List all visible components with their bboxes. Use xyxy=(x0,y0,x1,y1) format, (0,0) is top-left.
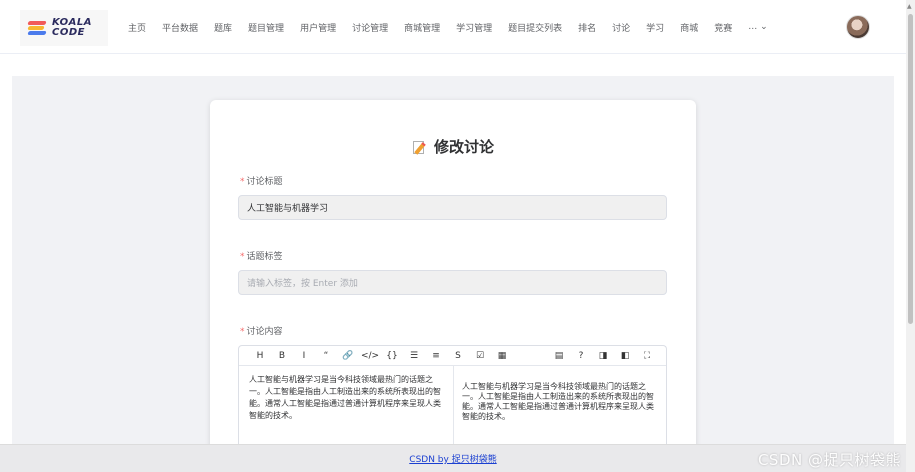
unordered-list-icon[interactable]: ☰ xyxy=(403,351,425,361)
nav-item[interactable]: 平台数据 xyxy=(154,21,206,34)
required-mark: * xyxy=(240,252,245,262)
nav-item[interactable]: 用户管理 xyxy=(292,21,344,34)
discussion-title-input[interactable]: 人工智能与机器学习 xyxy=(238,195,667,220)
ordered-list-icon[interactable]: ≡ xyxy=(425,351,447,361)
footer-link[interactable]: CSDN by 捉只树袋熊 xyxy=(409,452,496,465)
nav-item[interactable]: 题目管理 xyxy=(240,21,292,34)
nav-item[interactable]: 商城管理 xyxy=(396,21,448,34)
nav-item[interactable]: 竞赛 xyxy=(706,21,740,34)
heading-icon[interactable]: H xyxy=(249,351,271,361)
fullscreen-icon[interactable]: ⛶ xyxy=(636,351,658,361)
nav-item[interactable]: 题目提交列表 xyxy=(500,21,570,34)
required-mark: * xyxy=(240,177,245,187)
nav-item[interactable]: 主页 xyxy=(120,21,154,34)
toc-icon[interactable]: ▤ xyxy=(548,351,570,361)
strikethrough-icon[interactable]: S xyxy=(447,351,469,361)
nav-item[interactable]: 学习 xyxy=(638,21,672,34)
content-label-text: 讨论内容 xyxy=(246,327,283,337)
scroll-up-arrow-icon[interactable]: ▲ xyxy=(907,3,912,10)
preview-only-icon[interactable]: ◨ xyxy=(592,351,614,361)
editor-toolbar-right: ▤? ◨ ◧ ⛶ xyxy=(548,346,658,366)
italic-icon[interactable]: I xyxy=(293,351,315,361)
logo-text-line2: CODE xyxy=(52,27,85,38)
link-icon[interactable]: 🔗 xyxy=(337,351,359,361)
koala-code-logo[interactable]: KOALA CODE xyxy=(20,10,108,46)
logo-mark-icon xyxy=(27,20,48,36)
tags-label-text: 话题标签 xyxy=(246,252,283,262)
task-list-icon[interactable]: ☑ xyxy=(469,351,491,361)
content-label: * 讨论内容 xyxy=(240,324,283,337)
logo-text: KOALA CODE xyxy=(52,18,92,38)
code-block-icon[interactable]: {} xyxy=(381,351,403,361)
required-mark: * xyxy=(240,327,245,337)
page-scrollbar-thumb[interactable] xyxy=(908,14,913,324)
title-label-text: 讨论标题 xyxy=(246,177,283,187)
nav-item[interactable]: 排名 xyxy=(570,21,604,34)
memo-edit-icon xyxy=(412,139,428,155)
help-icon[interactable]: ? xyxy=(570,351,592,361)
page-title: 修改讨论 xyxy=(433,138,494,156)
topic-tags-input[interactable]: 请输入标签，按 Enter 添加 xyxy=(238,270,667,295)
top-navigation-bar: KOALA CODE 主页 平台数据 题库 题目管理 用户管理 讨论管理 商城管理 学习管理题… xyxy=(0,0,906,54)
main-nav: 主页 平台数据 题库 题目管理 用户管理 讨论管理 商城管理 学习管理 题目提交列表 排名 讨论 学习… xyxy=(120,0,776,54)
nav-more-dropdown[interactable]: … ⌄ xyxy=(740,22,775,32)
page-title-row: 修改讨论 xyxy=(210,136,696,157)
tags-label: * 话题标签 xyxy=(240,249,283,262)
code-icon[interactable]: </> xyxy=(359,351,381,361)
split-view-icon[interactable]: ◧ xyxy=(614,351,636,361)
nav-item[interactable]: 讨论 xyxy=(604,21,638,34)
nav-item[interactable]: 学习管理 xyxy=(448,21,500,34)
title-label: * 讨论标题 xyxy=(240,174,283,187)
csdn-watermark: CSDN @捉只树袋熊 xyxy=(757,451,901,469)
nav-item[interactable]: 讨论管理 xyxy=(344,21,396,34)
quote-icon[interactable]: “ xyxy=(315,351,337,361)
editor-toolbar: H B I “🔗 </>{} ☰ ≡ S ☑ ▦ ▤? ◨ ◧ ⛶ xyxy=(239,346,666,366)
edit-discussion-card: 修改讨论 * 讨论标题 人工智能与机器学习 * 话题标签 请输入标签，按 Enter… xyxy=(210,100,696,472)
nav-item[interactable]: 商城 xyxy=(672,21,706,34)
user-avatar[interactable] xyxy=(846,15,870,39)
table-icon[interactable]: ▦ xyxy=(491,351,513,361)
bold-icon[interactable]: B xyxy=(271,351,293,361)
nav-item[interactable]: 题库 xyxy=(206,21,240,34)
editor-toolbar-left: H B I “🔗 </>{} ☰ ≡ S ☑ ▦ xyxy=(249,351,513,361)
